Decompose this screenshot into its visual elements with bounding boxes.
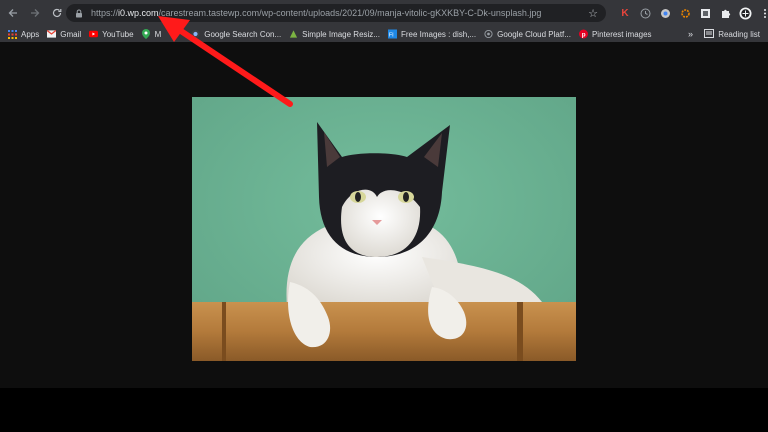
bookmark-gmail[interactable]: Gmail (47, 30, 81, 39)
reading-list-label: Reading list (718, 29, 760, 39)
bottom-strip (0, 388, 768, 432)
bookmarks-bar: Apps Gmail YouTube M Google Search Con..… (0, 26, 768, 42)
reload-icon[interactable] (48, 4, 66, 22)
image-resizer-icon (289, 30, 298, 39)
pinterest-icon: p (578, 29, 588, 39)
clock-extension-icon[interactable] (638, 6, 652, 20)
lock-icon[interactable] (74, 9, 83, 18)
apps-grid-icon (8, 29, 17, 39)
bookmark-star-icon[interactable]: ☆ (588, 7, 598, 20)
bookmark-label: Free Images : dish,... (400, 29, 477, 39)
address-bar[interactable]: https://i0.wp.com/carestream.tastewp.com… (66, 4, 606, 22)
cat-photo[interactable] (192, 97, 576, 361)
menu-dots-icon[interactable] (758, 6, 768, 20)
bookmark-search-console[interactable]: Google Search Con... (191, 30, 281, 39)
k-extension-icon[interactable]: K (618, 6, 632, 20)
bookmark-free-images[interactable]: FI Free Images : dish,... (387, 29, 477, 39)
color-extension-icon[interactable] (658, 6, 672, 20)
svg-text:FI: FI (389, 32, 394, 38)
browser-toolbar: https://i0.wp.com/carestream.tastewp.com… (0, 0, 768, 26)
puzzle-icon[interactable] (718, 6, 732, 20)
reading-list-icon (704, 28, 715, 40)
profile-avatar[interactable] (738, 6, 752, 20)
search-console-icon (191, 29, 200, 39)
gmail-icon (47, 30, 57, 39)
bookmark-label: Google Cloud Platf... (497, 29, 571, 39)
gear-extension-icon[interactable] (678, 6, 692, 20)
bookmark-label: Pinterest images (591, 29, 652, 39)
url-text[interactable]: https://i0.wp.com/carestream.tastewp.com… (91, 8, 541, 18)
forward-arrow-icon[interactable] (26, 4, 44, 22)
maps-pin-icon (142, 29, 151, 39)
bookmark-label: YouTube (102, 29, 134, 39)
bookmark-apps[interactable]: Apps (8, 29, 40, 39)
cloud-platform-icon (484, 29, 493, 39)
bookmark-image-resizer[interactable]: Simple Image Resiz... (289, 30, 380, 39)
freeimages-icon: FI (387, 29, 397, 39)
square-extension-icon[interactable] (698, 6, 712, 20)
youtube-icon (89, 30, 99, 39)
bookmark-youtube[interactable]: YouTube (89, 29, 134, 39)
bookmark-label: M (154, 29, 162, 39)
url-scheme: https:// (91, 8, 119, 18)
svg-text:p: p (582, 32, 586, 39)
url-path: /carestream.tastewp.com/wp-content/uploa… (158, 8, 542, 18)
bookmark-label: Simple Image Resiz... (302, 29, 380, 39)
back-arrow-icon[interactable] (4, 4, 22, 22)
bookmark-pinterest[interactable]: p Pinterest images (578, 29, 652, 39)
reading-list-button[interactable]: Reading list (704, 26, 760, 42)
url-host: i0.wp.com (118, 8, 159, 18)
bookmarks-overflow-button[interactable]: » (688, 26, 693, 42)
bookmark-label: Gmail (60, 29, 82, 39)
image-viewer (0, 42, 768, 388)
bookmark-label: Google Search Con... (204, 29, 282, 39)
bookmark-label: Apps (21, 29, 40, 39)
bookmark-cloud-platform[interactable]: Google Cloud Platf... (484, 30, 571, 39)
extensions-area: K (612, 4, 768, 22)
bookmark-maps[interactable]: M (142, 29, 162, 39)
